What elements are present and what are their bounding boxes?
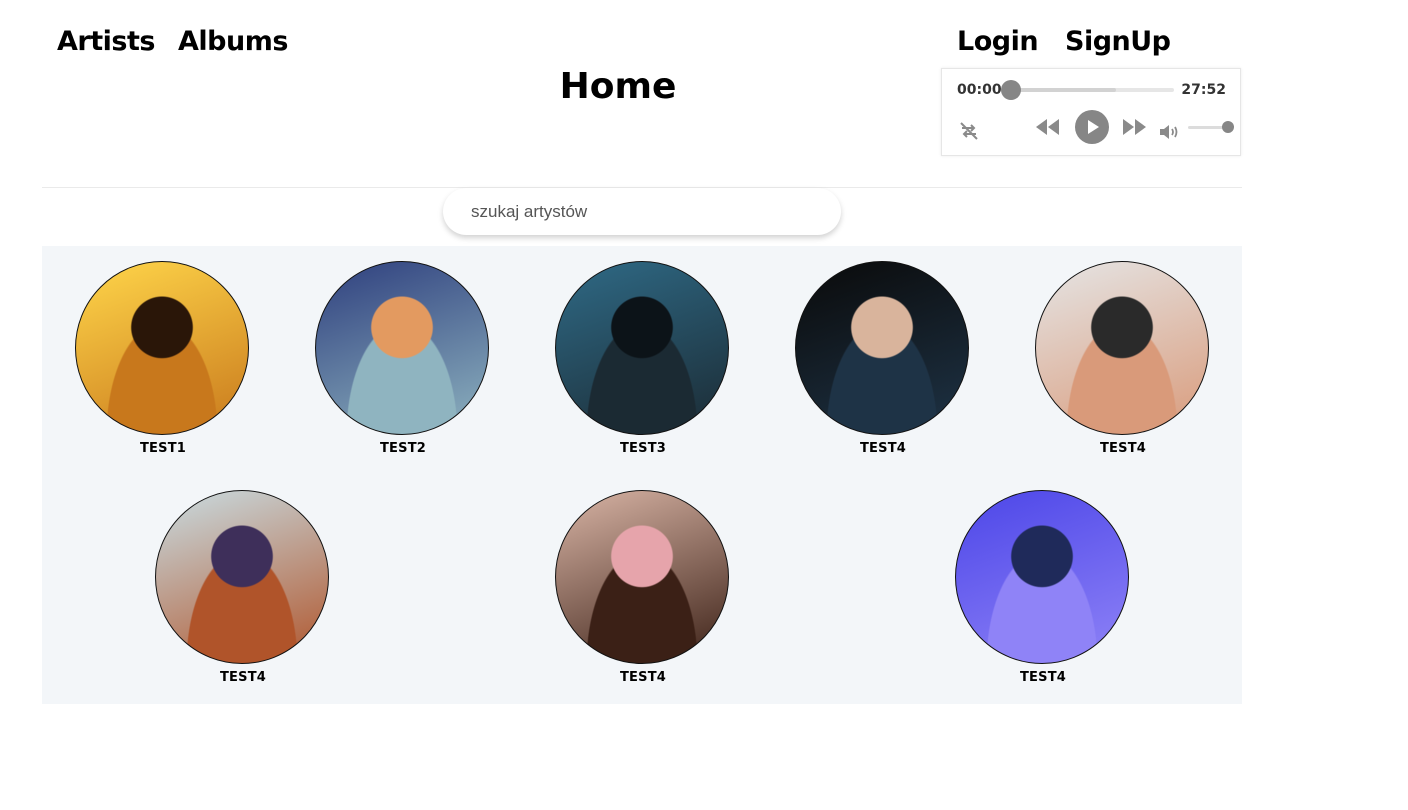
rewind-button[interactable] [1034,117,1060,137]
rewind-icon [1036,119,1059,135]
artist-avatar [795,261,969,435]
artist-card[interactable]: TEST4 [555,490,731,685]
progress-thumb[interactable] [1001,80,1021,100]
artist-avatar [555,261,729,435]
artist-name: TEST4 [1019,670,1067,685]
nav-artists-link[interactable]: Artists [57,26,155,57]
artist-card[interactable]: TEST4 [155,490,331,685]
artist-card[interactable]: TEST3 [555,261,731,456]
progress-buffered [1012,88,1116,92]
artist-grid: TEST1 TEST2 TEST3 TEST4 TEST4 TEST4 TEST… [42,246,1242,704]
artist-card[interactable]: TEST1 [75,261,251,456]
artist-search-input[interactable] [443,188,841,235]
artist-avatar [315,261,489,435]
artist-name: TEST4 [619,670,667,685]
artist-name: TEST2 [379,441,427,456]
fast-forward-button[interactable] [1122,117,1148,137]
artist-name: TEST4 [859,441,907,456]
artist-avatar [555,490,729,664]
nav-signup-link[interactable]: SignUp [1065,26,1171,57]
audio-player: 00:00 27:52 [941,68,1241,156]
artist-card[interactable]: TEST4 [955,490,1131,685]
artist-card[interactable]: TEST4 [1035,261,1211,456]
loop-icon [960,122,978,140]
current-time: 00:00 [957,82,1002,98]
volume-icon [1160,125,1178,139]
nav-albums-link[interactable]: Albums [178,26,288,57]
artist-avatar [155,490,329,664]
artist-avatar [1035,261,1209,435]
play-button[interactable] [1075,110,1109,144]
progress-bar[interactable] [1012,88,1174,92]
artist-avatar [955,490,1129,664]
artist-name: TEST4 [1099,441,1147,456]
play-icon [1088,120,1099,134]
fast-forward-icon [1123,119,1146,135]
nav-login-link[interactable]: Login [957,26,1039,57]
volume-button[interactable] [1158,122,1182,142]
loop-button[interactable] [958,120,980,142]
artist-name: TEST1 [139,441,187,456]
artist-avatar [75,261,249,435]
duration-time: 27:52 [1181,82,1226,98]
artist-name: TEST4 [219,670,267,685]
artist-name: TEST3 [619,441,667,456]
volume-thumb[interactable] [1222,121,1234,133]
artist-card[interactable]: TEST2 [315,261,491,456]
artist-card[interactable]: TEST4 [795,261,971,456]
